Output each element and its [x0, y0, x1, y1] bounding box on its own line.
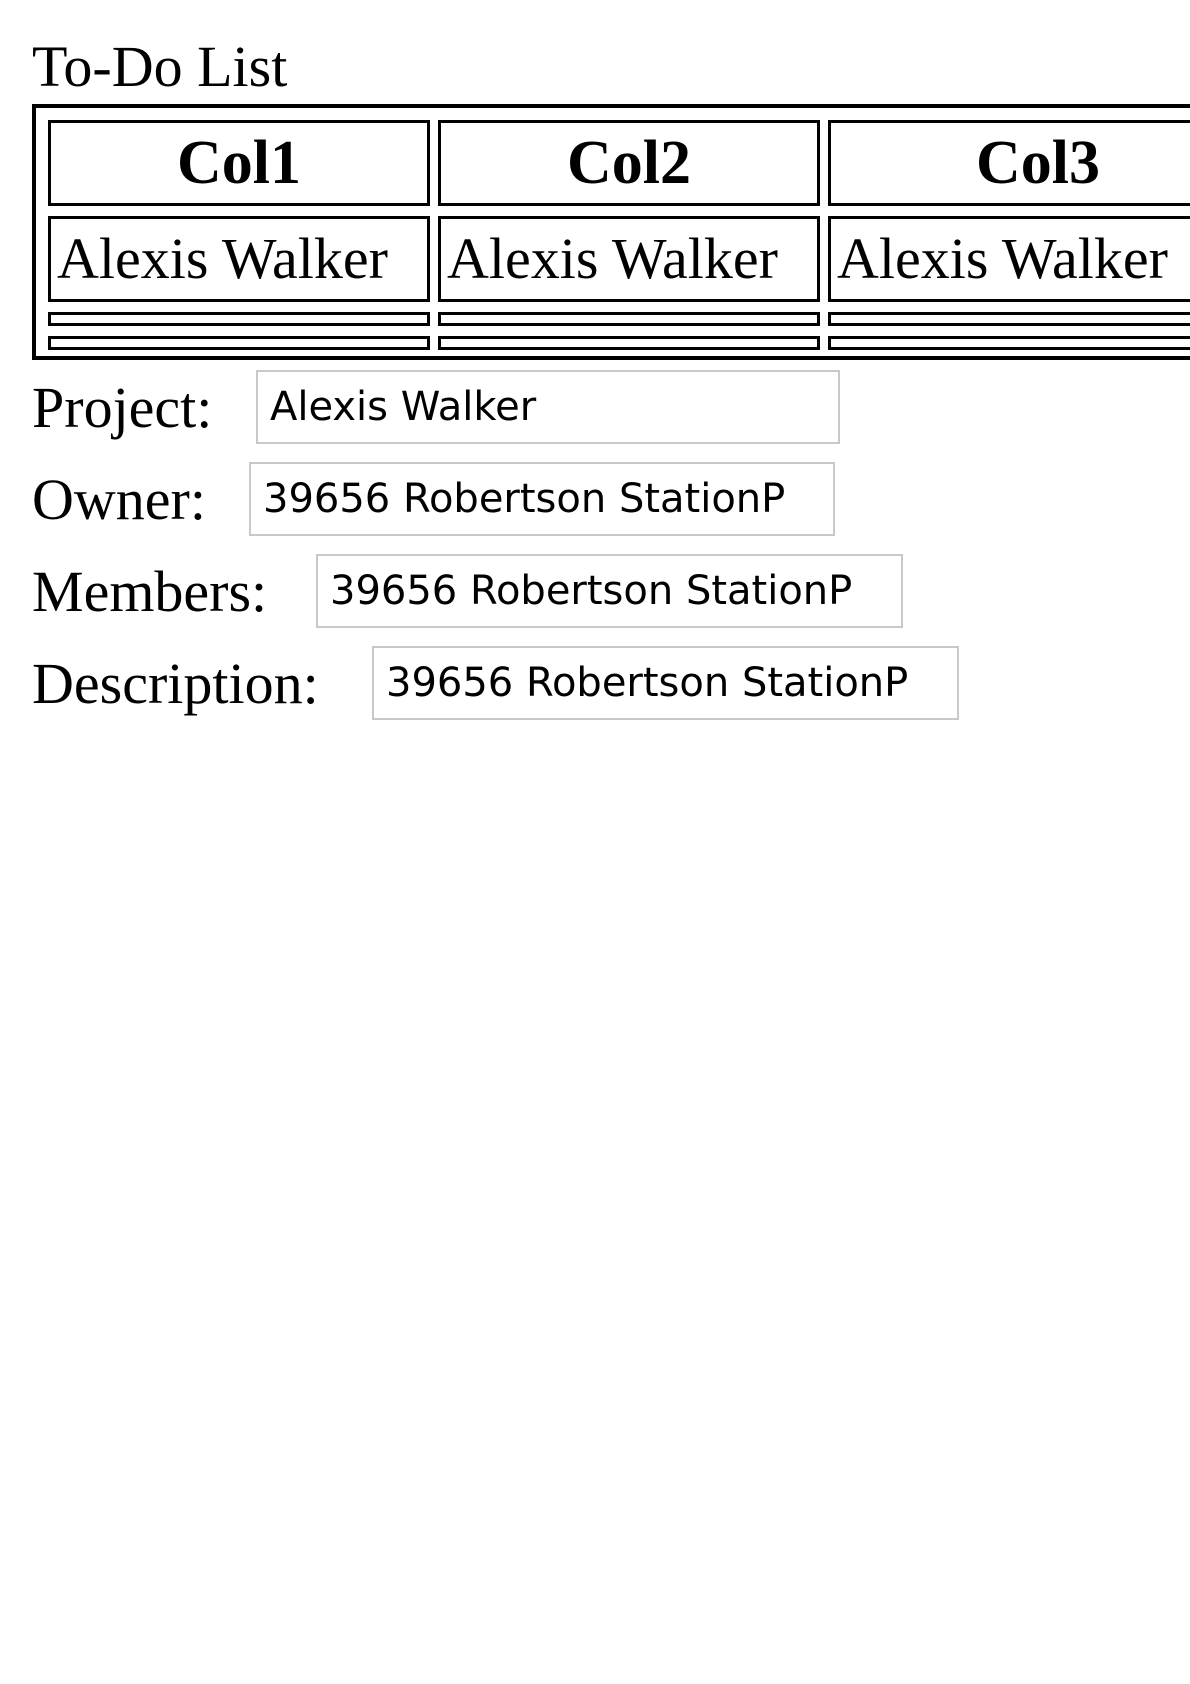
- table-cell: Alexis Walker: [828, 216, 1190, 302]
- table-cell-empty: [438, 312, 820, 326]
- members-input[interactable]: [316, 554, 903, 628]
- project-label: Project:: [32, 375, 213, 440]
- description-input[interactable]: [372, 646, 959, 720]
- table-cell-empty: [48, 312, 430, 326]
- table-cell-empty: [438, 336, 820, 350]
- owner-input[interactable]: [249, 462, 835, 536]
- table-header-col1: Col1: [48, 120, 430, 206]
- page-title: To-Do List: [32, 34, 288, 99]
- table-cell-empty: [828, 312, 1190, 326]
- owner-label: Owner:: [32, 467, 206, 532]
- table-cell: Alexis Walker: [48, 216, 430, 302]
- members-label: Members:: [32, 559, 268, 624]
- table-cell: Alexis Walker: [438, 216, 820, 302]
- description-label: Description:: [32, 651, 319, 716]
- project-input[interactable]: [256, 370, 840, 444]
- todo-table: Col1 Col2 Col3 Alexis Walker Alexis Walk…: [32, 104, 1190, 360]
- table-header-col2: Col2: [438, 120, 820, 206]
- table-cell-empty: [48, 336, 430, 350]
- table-header-col3: Col3: [828, 120, 1190, 206]
- table-cell-empty: [828, 336, 1190, 350]
